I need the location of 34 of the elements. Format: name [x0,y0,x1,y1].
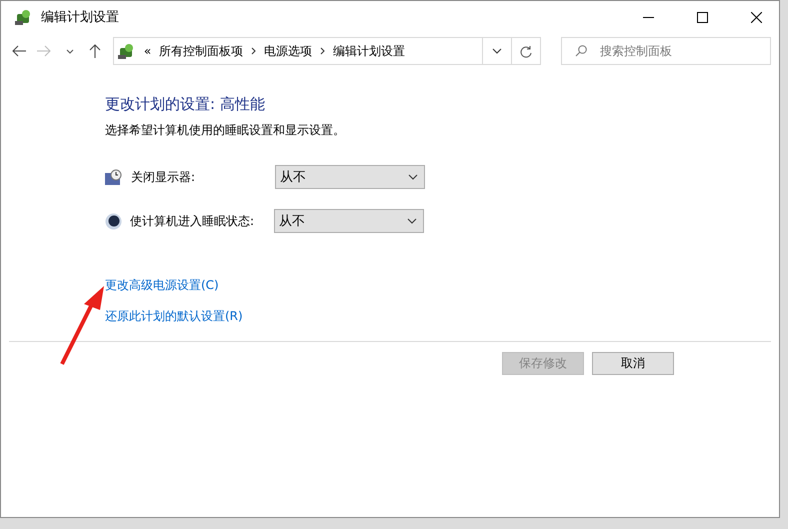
dropdown[interactable]: 从不 [275,165,425,189]
search-icon [574,45,587,57]
setting-label: 使计算机进入睡眠状态: [130,212,256,230]
dropdown[interactable]: 从不 [274,209,424,233]
close-icon [750,12,762,22]
back-arrow-icon [12,45,26,57]
chevron-down-icon [492,48,502,54]
monitor-clock-icon [105,168,123,186]
window-title: 编辑计划设置 [41,9,120,26]
description-text: 选择希望计算机使用的睡眠设置和显示设置。 [105,122,346,139]
maximize-icon [696,12,708,22]
minimize-icon [642,16,654,18]
breadcrumb-item[interactable]: 电源选项 [264,42,312,60]
settings-link[interactable]: 更改高级电源设置(C) [105,277,219,294]
settings-link[interactable]: 还原此计划的默认设置(R) [105,308,243,325]
page-heading: 更改计划的设置: 高性能 [105,95,266,114]
chevron-right-icon [251,47,256,55]
address-bar[interactable]: « 所有控制面板项 电源选项 编辑计划设置 [112,37,541,65]
search-field[interactable]: 搜索控制面板 [560,37,771,65]
power-plan-icon [118,42,136,60]
chevron-down-icon [66,48,74,54]
breadcrumb-item[interactable]: 所有控制面板项 [159,42,244,60]
refresh-icon [520,44,532,58]
power-plan-icon [15,8,33,26]
breadcrumb-item[interactable]: 编辑计划设置 [333,42,406,60]
moon-icon [105,212,122,230]
forward-arrow-icon [37,45,52,57]
up-arrow-icon [89,44,102,58]
dialog-button[interactable]: 取消 [592,352,674,375]
overflow-chevron[interactable]: « [144,44,152,58]
chevron-down-icon [407,218,417,224]
chevron-right-icon [320,47,326,55]
setting-label: 关闭显示器: [131,168,196,186]
chevron-down-icon [408,174,418,180]
